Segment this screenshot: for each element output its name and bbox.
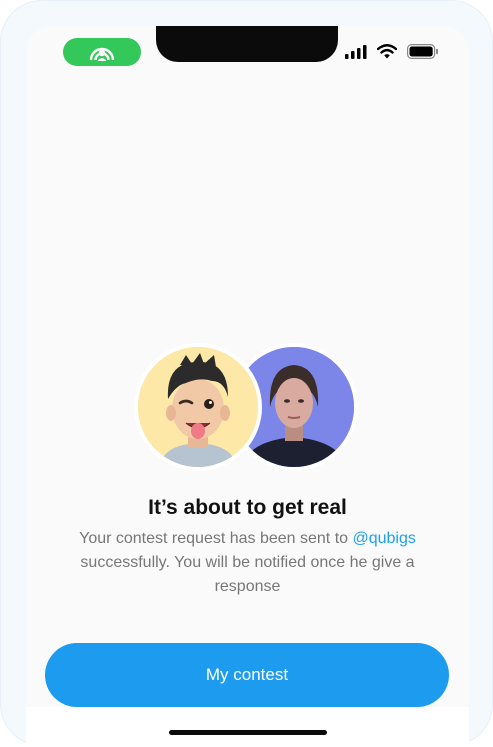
user-mention-link[interactable]: @qubigs [352,530,415,547]
home-bar-area [26,707,469,747]
message-prefix: Your contest request has been sent to [79,530,353,547]
avatar-group [134,343,364,471]
app-screen: It’s about to get real Your contest requ… [26,26,469,747]
home-indicator[interactable] [169,730,327,735]
camera-notch [156,26,338,62]
message-suffix: successfully. You will be notified once … [80,554,415,595]
cellular-signal-icon [345,44,367,59]
confirmation-title: It’s about to get real [148,496,347,519]
memoji-avatar [134,343,262,471]
phone-frame: It’s about to get real Your contest requ… [0,0,493,747]
memoji-face-icon [138,347,258,467]
status-indicator-pill[interactable] [63,38,141,66]
person-broadcast-icon [89,47,115,61]
confirmation-message: Your contest request has been sent to @q… [56,527,439,599]
my-contest-button[interactable]: My contest [45,643,449,707]
wifi-icon [377,44,397,59]
battery-icon [407,44,438,59]
status-icons [345,44,439,59]
